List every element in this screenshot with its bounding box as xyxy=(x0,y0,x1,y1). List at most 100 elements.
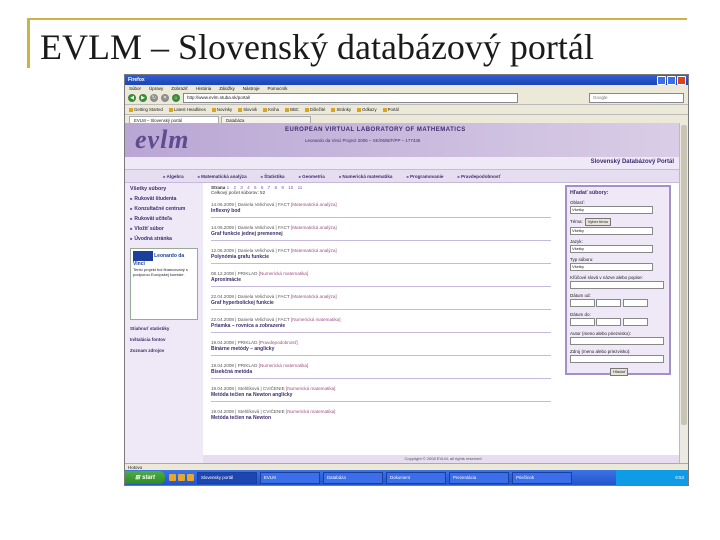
taskbar-item[interactable]: Priečinok xyxy=(512,471,572,484)
entry-title[interactable]: Binárne metódy – anglicky xyxy=(211,346,551,352)
language-select[interactable]: Všetky xyxy=(570,245,653,253)
menu-link-programming[interactable]: Programovanie xyxy=(406,174,443,179)
choose-topic-button[interactable]: Vyber tému xyxy=(584,218,612,226)
sidebar-item-consult[interactable]: Konzultačné centrum xyxy=(130,206,198,212)
page-link[interactable]: 11 xyxy=(298,185,303,190)
menu-link-probability[interactable]: Pravdepodobnosť xyxy=(457,174,501,179)
topic-select[interactable]: Všetky xyxy=(570,227,653,235)
reload-icon[interactable]: ↻ xyxy=(150,94,158,102)
menu-item-edit[interactable]: Úpravy xyxy=(149,86,163,91)
bookmark-item[interactable]: BBC xyxy=(285,107,299,112)
search-button[interactable]: Hľadať xyxy=(610,368,629,376)
menu-item-file[interactable]: Súbor xyxy=(129,86,141,91)
menu-item-view[interactable]: Zobraziť xyxy=(171,86,188,91)
start-button[interactable]: ⊞ start xyxy=(125,471,165,484)
sidebar-item-student[interactable]: Rukovät študenta xyxy=(130,196,198,202)
menu-link-algebra[interactable]: Algebra xyxy=(163,174,184,179)
quicklaunch-icon[interactable] xyxy=(187,474,194,481)
date-to-month[interactable] xyxy=(596,318,622,326)
date-from-month[interactable] xyxy=(596,299,622,307)
page-link[interactable]: 7 xyxy=(268,185,271,190)
date-to-year[interactable] xyxy=(622,318,648,326)
entry-title[interactable]: Inflexný bod xyxy=(211,208,551,214)
entry-title[interactable]: Aproximácie xyxy=(211,277,551,283)
links-list-link[interactable]: Zoznam zdrojov xyxy=(130,348,198,353)
forward-icon[interactable]: ▶ xyxy=(139,94,147,102)
entry-title[interactable]: Graf funkcie jednej premennej xyxy=(211,231,551,237)
taskbar-item[interactable]: Databáza xyxy=(323,471,383,484)
taskbar-item[interactable]: EVLM xyxy=(260,471,320,484)
menu-item-bookmarks[interactable]: Záložky xyxy=(219,86,235,91)
menu-link-analysis[interactable]: Matematická analýza xyxy=(198,174,246,179)
entry-area[interactable]: [Matematická analýza] xyxy=(291,225,337,230)
entry-title[interactable]: Bisekčná metóda xyxy=(211,369,551,375)
sidebar-all-files[interactable]: Všetky súbory xyxy=(130,186,198,192)
date-from-day[interactable] xyxy=(570,299,595,307)
clock[interactable]: 9:53 xyxy=(675,475,684,480)
page-link[interactable]: 9 xyxy=(281,185,284,190)
entry-area[interactable]: [Pravdepodobnosť] xyxy=(259,340,298,345)
bookmark-item[interactable]: Latest Headlines xyxy=(169,107,206,112)
source-input[interactable] xyxy=(570,355,664,363)
search-input[interactable]: Google xyxy=(589,93,684,103)
sidebar-item-home[interactable]: Úvodná stránka xyxy=(130,236,198,242)
maximize-icon[interactable] xyxy=(667,75,676,85)
quicklaunch-icon[interactable] xyxy=(169,474,176,481)
date-from-year[interactable] xyxy=(622,299,648,307)
stop-icon[interactable]: ✕ xyxy=(161,94,169,102)
minimize-icon[interactable] xyxy=(657,75,666,85)
entry-area[interactable]: [Matematická analýza] xyxy=(291,248,337,253)
menu-item-tools[interactable]: Nástroje xyxy=(243,86,260,91)
scrollbar-thumb[interactable] xyxy=(681,125,687,425)
entry-area[interactable]: [Numerická matematika] xyxy=(286,386,336,391)
address-bar[interactable]: http://www.evlm.stuba.sk/portal/ xyxy=(183,93,518,103)
bookmark-item[interactable]: Odkazy xyxy=(357,107,377,112)
menu-item-history[interactable]: História xyxy=(196,86,211,91)
bookmark-item[interactable]: Slovnik xyxy=(238,107,257,112)
entry-area[interactable]: [Matematická analýza] xyxy=(291,294,337,299)
bookmark-item[interactable]: Stránky xyxy=(331,107,351,112)
entry-title[interactable]: Metóda tečien na Newton xyxy=(211,415,551,421)
entry-area[interactable]: [Numerická matematika] xyxy=(259,363,309,368)
menu-link-geometry[interactable]: Geometria xyxy=(299,174,325,179)
entry-title[interactable]: Graf hyperbolickej funkcie xyxy=(211,300,551,306)
author-input[interactable] xyxy=(570,337,664,345)
home-icon[interactable]: ⌂ xyxy=(172,94,180,102)
entry-title[interactable]: Polynómia grafu funkcie xyxy=(211,254,551,260)
entry-area[interactable]: [Numerická matematika] xyxy=(291,317,341,322)
entry-title[interactable]: Priamka – rovnica a zobrazenie xyxy=(211,323,551,329)
install-fonts-link[interactable]: Inštalácia fontov xyxy=(130,337,198,342)
area-select[interactable]: Všetky xyxy=(570,206,653,214)
entry-title[interactable]: Metóda tečien na Newton anglicky xyxy=(211,392,551,398)
sidebar-item-upload[interactable]: Vložiť súbor xyxy=(130,226,198,232)
back-icon[interactable]: ◀ xyxy=(128,94,136,102)
download-stats-link[interactable]: Stiahnuť statistiky xyxy=(130,326,198,331)
taskbar-item[interactable]: Prezentácia xyxy=(449,471,509,484)
entry-meta: 12.06.2009 | Daniela Velichová | FACT [M… xyxy=(211,248,551,253)
bookmark-item[interactable]: Dôležité xyxy=(305,107,326,112)
close-icon[interactable] xyxy=(677,75,686,85)
date-to-day[interactable] xyxy=(570,318,595,326)
page-scrollbar[interactable] xyxy=(679,123,688,463)
leonardo-banner[interactable]: Leonardo da Vinci Tento projekt bol fina… xyxy=(130,248,198,320)
type-select[interactable]: Všetky xyxy=(570,263,653,271)
bookmark-item[interactable]: Novinky xyxy=(212,107,232,112)
entry-area[interactable]: [Numerická matematika] xyxy=(286,409,336,414)
sidebar-item-teacher[interactable]: Rukovät učiteľa xyxy=(130,216,198,222)
quicklaunch-icon[interactable] xyxy=(178,474,185,481)
menu-item-help[interactable]: Pomocník xyxy=(268,86,288,91)
taskbar-item[interactable]: Dokument xyxy=(386,471,446,484)
menu-link-numerical[interactable]: Numerická matematika xyxy=(339,174,392,179)
bookmark-item[interactable]: Kniha xyxy=(263,107,279,112)
page-link[interactable]: 8 xyxy=(275,185,278,190)
taskbar-item[interactable]: Slovensky portál xyxy=(197,471,257,484)
keyword-input[interactable] xyxy=(570,281,664,289)
entry-meta-text: 19.04.2008 | Stehlíková | CVIČENIE xyxy=(211,386,285,391)
evlm-logo[interactable]: evlm xyxy=(135,125,190,155)
bookmark-item[interactable]: Getting Started xyxy=(129,107,163,112)
bookmark-item[interactable]: Portál xyxy=(383,107,399,112)
page-link[interactable]: 10 xyxy=(288,185,293,190)
entry-area[interactable]: [Numerická matematika] xyxy=(259,271,309,276)
entry-area[interactable]: [Matematická analýza] xyxy=(291,202,337,207)
menu-link-statistics[interactable]: Štatistika xyxy=(261,174,284,179)
